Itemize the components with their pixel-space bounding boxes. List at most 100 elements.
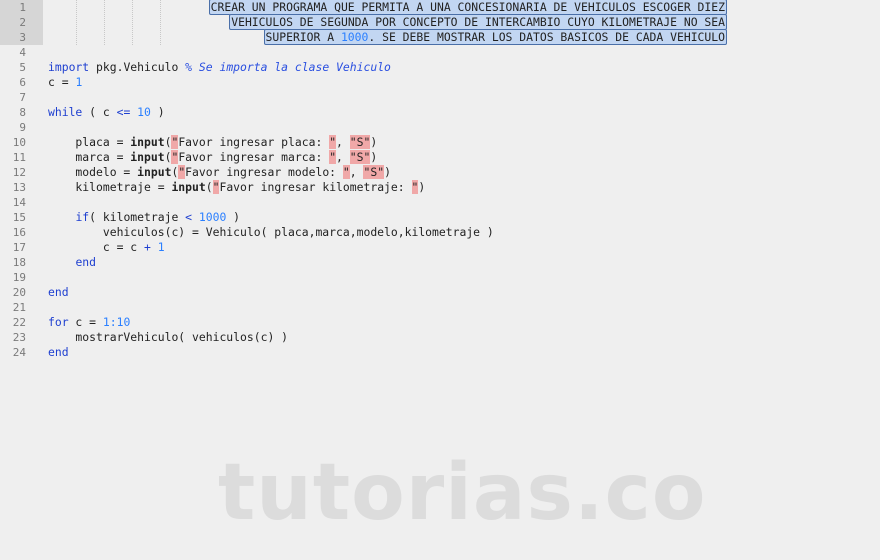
- code-token-t: (: [205, 180, 213, 194]
- code-token-t: ( c: [82, 105, 117, 119]
- code-token-t: modelo =: [48, 165, 138, 179]
- line-number: 18: [12, 256, 26, 269]
- code-token-q: ": [342, 165, 350, 179]
- code-token-kw: end: [75, 255, 97, 269]
- line-number: 16: [12, 226, 26, 239]
- code-token-kw: <=: [116, 105, 131, 119]
- code-token-t: . SE DEBE MOSTRAR LOS DATOS BASICOS DE C…: [368, 30, 725, 44]
- code-line[interactable]: [48, 45, 880, 60]
- line-number: 5: [19, 61, 26, 74]
- code-line[interactable]: [48, 270, 880, 285]
- code-token-bold: input: [130, 135, 165, 149]
- code-line[interactable]: end: [48, 255, 880, 270]
- code-line[interactable]: SUPERIOR A 1000. SE DEBE MOSTRAR LOS DAT…: [48, 29, 727, 45]
- code-line[interactable]: [48, 300, 880, 315]
- line-number: 6: [19, 76, 26, 89]
- code-token-t: Favor ingresar modelo:: [185, 165, 343, 179]
- line-number: 14: [12, 196, 26, 209]
- code-token-t: ): [370, 150, 378, 164]
- line-number: 9: [19, 121, 26, 134]
- code-line[interactable]: [48, 195, 880, 210]
- line-number: 17: [12, 241, 26, 254]
- code-line[interactable]: end: [48, 345, 880, 360]
- code-token-q: "S": [349, 150, 371, 164]
- code-line[interactable]: import pkg.Vehiculo % Se importa la clas…: [48, 60, 880, 75]
- code-token-t: [48, 255, 75, 269]
- code-token-t: ( kilometraje: [89, 210, 186, 224]
- line-number: 4: [19, 46, 26, 59]
- line-number: 23: [12, 331, 26, 344]
- line-number: 22: [12, 316, 26, 329]
- code-token-t: ,: [336, 150, 350, 164]
- code-line[interactable]: [48, 90, 880, 105]
- code-line[interactable]: marca = input("Favor ingresar marca: ", …: [48, 150, 880, 165]
- code-token-q: "S": [363, 165, 385, 179]
- line-number: 1: [0, 0, 43, 15]
- code-token-t: c = c: [48, 240, 145, 254]
- code-editor[interactable]: CREAR UN PROGRAMA QUE PERMITA A UNA CONC…: [48, 0, 880, 360]
- code-token-t: ): [150, 105, 165, 119]
- line-number: 10: [12, 136, 26, 149]
- selection-highlight: CREAR UN PROGRAMA QUE PERMITA A UNA CONC…: [208, 0, 727, 15]
- selection-highlight: VEHICULOS DE SEGUNDA POR CONCEPTO DE INT…: [229, 14, 727, 30]
- code-token-t: ): [384, 165, 391, 179]
- line-number: 24: [12, 346, 26, 359]
- code-token-t: Favor ingresar kilometraje:: [219, 180, 412, 194]
- code-token-bold: input: [130, 150, 165, 164]
- code-token-num: 10: [137, 105, 151, 119]
- code-token-t: c =: [68, 315, 103, 329]
- selection-highlight: SUPERIOR A 1000. SE DEBE MOSTRAR LOS DAT…: [263, 29, 727, 45]
- code-token-q: "S": [349, 135, 371, 149]
- code-token-t: CREAR UN PROGRAMA QUE PERMITA A UNA CONC…: [210, 0, 725, 14]
- line-number: 2: [0, 15, 43, 30]
- code-token-num: 1: [75, 75, 83, 89]
- line-number: 8: [19, 106, 26, 119]
- code-line[interactable]: VEHICULOS DE SEGUNDA POR CONCEPTO DE INT…: [48, 14, 727, 30]
- code-token-bold: input: [137, 165, 172, 179]
- code-line[interactable]: vehiculos(c) = Vehiculo( placa,marca,mod…: [48, 225, 880, 240]
- code-token-t: mostrarVehiculo( vehiculos(c) ): [48, 330, 289, 344]
- code-token-t: pkg.Vehiculo: [89, 60, 186, 74]
- code-line[interactable]: end: [48, 285, 880, 300]
- code-line[interactable]: placa = input("Favor ingresar placa: ", …: [48, 135, 880, 150]
- code-token-t: ): [370, 135, 378, 149]
- code-token-t: [151, 240, 158, 254]
- code-token-num: 1:10: [102, 315, 131, 329]
- line-number: 20: [12, 286, 26, 299]
- line-number: 11: [12, 151, 26, 164]
- code-token-t: ,: [349, 165, 364, 179]
- line-number: 21: [12, 301, 26, 314]
- code-token-t: Favor ingresar placa:: [178, 135, 330, 149]
- line-number: 3: [0, 30, 43, 45]
- code-line[interactable]: [48, 120, 880, 135]
- code-line[interactable]: c = 1: [48, 75, 880, 90]
- code-token-kw: if: [75, 210, 90, 224]
- code-token-t: kilometraje =: [48, 180, 172, 194]
- code-line[interactable]: CREAR UN PROGRAMA QUE PERMITA A UNA CONC…: [48, 0, 727, 15]
- code-line[interactable]: mostrarVehiculo( vehiculos(c) ): [48, 330, 880, 345]
- code-token-kw: while: [48, 105, 83, 119]
- code-token-kw: end: [48, 345, 69, 359]
- line-number: 15: [12, 211, 26, 224]
- code-token-kw: for: [48, 315, 69, 329]
- code-token-kw: +: [144, 240, 151, 254]
- code-line[interactable]: kilometraje = input("Favor ingresar kilo…: [48, 180, 880, 195]
- code-line[interactable]: while ( c <= 10 ): [48, 105, 880, 120]
- code-token-num: 1000: [340, 30, 369, 44]
- code-token-t: ): [226, 210, 241, 224]
- code-token-t: [192, 210, 199, 224]
- code-token-kw: import: [48, 60, 90, 74]
- code-line[interactable]: for c = 1:10: [48, 315, 880, 330]
- code-token-cmt: % Se importa la clase Vehiculo: [185, 60, 391, 74]
- code-line[interactable]: c = c + 1: [48, 240, 880, 255]
- code-token-num: 1: [157, 240, 165, 254]
- code-token-num: 1000: [198, 210, 227, 224]
- code-token-t: Favor ingresar marca:: [178, 150, 330, 164]
- line-number: 13: [12, 181, 26, 194]
- code-token-t: VEHICULOS DE SEGUNDA POR CONCEPTO DE INT…: [231, 15, 725, 29]
- line-number: 12: [12, 166, 26, 179]
- code-line[interactable]: if( kilometraje < 1000 ): [48, 210, 880, 225]
- code-line[interactable]: modelo = input("Favor ingresar modelo: "…: [48, 165, 880, 180]
- code-token-kw: end: [48, 285, 69, 299]
- line-number: 19: [12, 271, 26, 284]
